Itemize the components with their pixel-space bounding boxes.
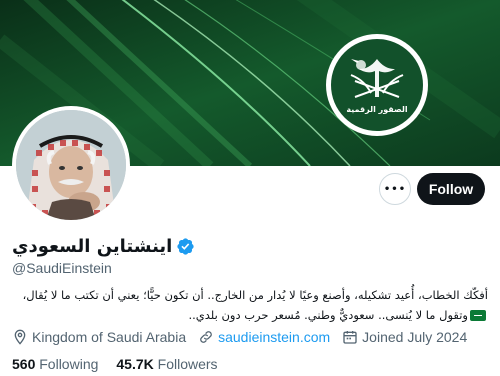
avatar-portrait [16, 110, 126, 220]
name-row: اينشتاين السعودي [12, 232, 195, 260]
user-handle: @SaudiEinstein [12, 260, 112, 276]
bio-line-2-wrap: وتقول ما لا يُنسى.. سعوديٌّ وطني. مُسعر … [12, 305, 488, 325]
calendar-icon [343, 331, 357, 344]
bio-line-2: وتقول ما لا يُنسى.. سعوديٌّ وطني. مُسعر … [188, 308, 468, 322]
location-pin-icon [14, 329, 26, 345]
following-count: 560 [12, 356, 36, 372]
joined-text: Joined July 2024 [362, 329, 468, 345]
verified-badge-icon[interactable] [176, 237, 195, 256]
following-label: Following [39, 356, 99, 372]
display-name: اينشتاين السعودي [12, 235, 173, 257]
joined-item: Joined July 2024 [342, 329, 467, 345]
location-item: Kingdom of Saudi Arabia [12, 329, 186, 345]
more-dots-icon: ••• [383, 183, 407, 195]
follow-button[interactable]: Follow [417, 173, 485, 205]
follow-stats: 560 Following 45.7K Followers [12, 356, 236, 372]
link-icon [200, 331, 212, 343]
emblem-caption: الصقور الرقمية [346, 105, 408, 114]
bio-line-1: أفكّك الخطاب، أُعيد تشكيله، وأصنع وعيًا … [22, 288, 488, 302]
profile-bio: أفكّك الخطاب، أُعيد تشكيله، وأصنع وعيًا … [12, 285, 488, 325]
falcon-emblem-icon [350, 59, 404, 98]
location-text: Kingdom of Saudi Arabia [32, 329, 187, 345]
banner-emblem: الصقور الرقمية [326, 34, 428, 136]
website-link[interactable]: saudieinstein.com [218, 329, 330, 345]
saudi-flag-emoji-icon [470, 310, 486, 321]
followers-stat[interactable]: 45.7K Followers [116, 356, 217, 372]
more-options-button[interactable]: ••• [379, 173, 411, 205]
following-stat[interactable]: 560 Following [12, 356, 98, 372]
followers-label: Followers [157, 356, 218, 372]
avatar[interactable] [12, 106, 130, 224]
website-item[interactable]: saudieinstein.com [198, 329, 330, 345]
followers-count: 45.7K [116, 356, 154, 372]
profile-meta: Kingdom of Saudi Arabia saudieinstein.co… [12, 329, 479, 345]
